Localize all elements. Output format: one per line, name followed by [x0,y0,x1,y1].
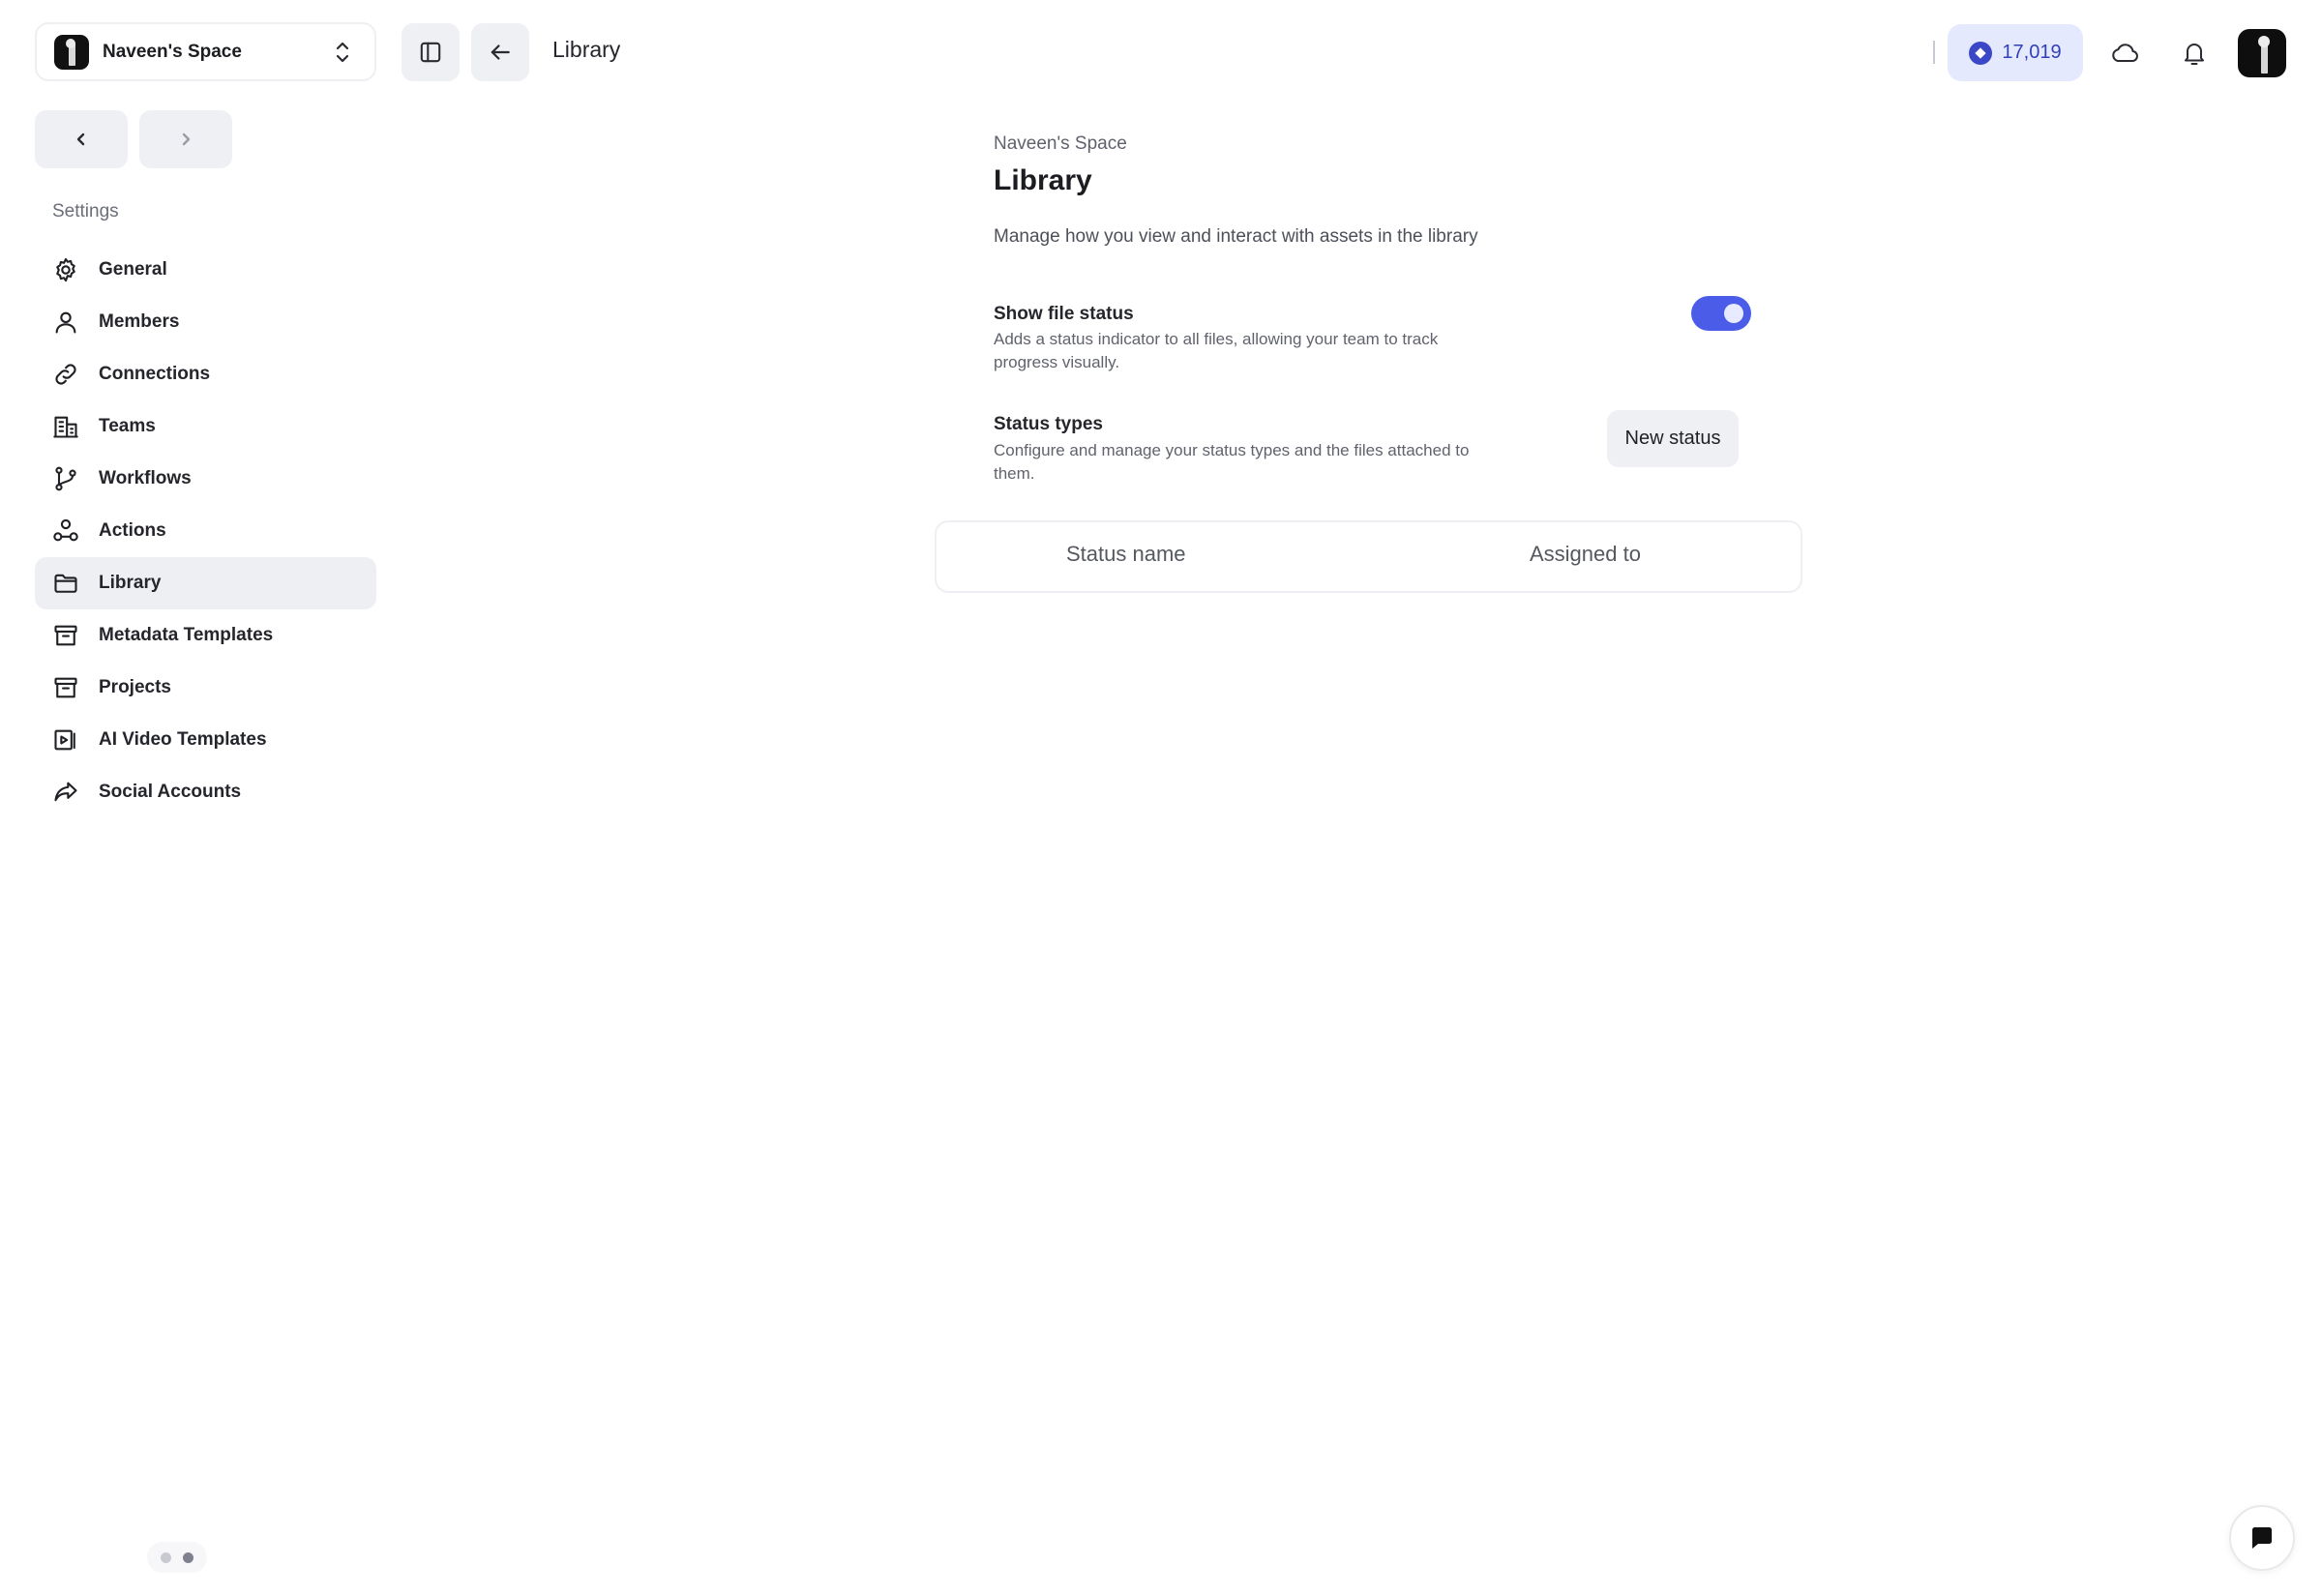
settings-heading: Settings [52,201,119,222]
link-icon [55,364,76,385]
sidebar-item-social-accounts[interactable]: Social Accounts [35,766,376,818]
sidebar-item-label: Actions [99,520,166,541]
back-button[interactable] [471,23,529,81]
chevron-left-icon [76,133,85,146]
bell-icon [2185,44,2204,65]
sidebar-item-metadata-templates[interactable]: Metadata Templates [35,609,376,662]
sidebar-item-ai-video-templates[interactable]: AI Video Templates [35,714,376,766]
user-icon [55,311,76,334]
show-file-status-toggle[interactable] [1691,296,1751,331]
sidebar-item-label: Teams [99,416,156,436]
sidebar-item-teams[interactable]: Teams [35,400,376,453]
history-forward-button[interactable] [139,110,232,168]
sidebar-item-label: Workflows [99,468,192,488]
arrow-left-icon [491,44,510,60]
notifications-button[interactable] [2170,29,2218,77]
column-header-assigned-to: Assigned to [1530,542,1641,566]
sidebar-panel-icon [420,42,441,63]
status-types-table: Status name Assigned to [935,520,1802,593]
sidebar-item-label: General [99,259,167,280]
pagination-dot-active[interactable] [183,1552,194,1563]
building-icon [53,416,78,438]
history-back-button[interactable] [35,110,128,168]
page-description: Manage how you view and interact with as… [994,226,1478,247]
column-header-status-name: Status name [1066,542,1186,566]
cloud-sync-button[interactable] [2100,29,2149,77]
sidebar-item-label: Connections [99,364,211,384]
sidebar: Naveen's Space Settings General Members [0,0,387,1596]
topbar-title: Library [552,37,621,62]
sidebar-item-general[interactable]: General [35,244,376,296]
folder-icon [54,574,77,593]
settings-page: Naveen's Space Settings General Members [0,0,2322,1596]
sidebar-item-connections[interactable]: Connections [35,348,376,400]
git-branch-icon [55,466,76,491]
gear-icon [56,257,75,282]
settings-menu: General Members Connections Teams Workfl… [35,244,376,818]
workspace-eyebrow: Naveen's Space [994,133,1127,154]
user-avatar[interactable] [2238,29,2286,77]
topbar-divider [1933,41,1935,64]
sidebar-item-members[interactable]: Members [35,296,376,348]
pagination-dots[interactable] [147,1542,207,1573]
credits-badge[interactable]: 17,019 [1948,24,2083,81]
page-title: Library [994,164,1092,196]
sidebar-item-library[interactable]: Library [35,557,376,609]
cloud-icon [2112,44,2138,62]
pagination-dot[interactable] [161,1552,171,1563]
sidebar-item-label: Social Accounts [99,782,242,802]
sidebar-item-projects[interactable]: Projects [35,662,376,714]
workspace-name: Naveen's Space [103,41,242,62]
sidebar-item-label: Metadata Templates [99,625,274,645]
history-nav [35,110,232,168]
archive-icon [54,677,77,698]
status-types-title: Status types [994,414,1103,434]
sidebar-item-actions[interactable]: Actions [35,505,376,557]
sidebar-item-workflows[interactable]: Workflows [35,453,376,505]
chat-support-button[interactable] [2229,1505,2295,1571]
sidebar-item-label: Members [99,311,180,332]
sidebar-item-label: Projects [99,677,171,697]
workspace-switcher[interactable]: Naveen's Space [35,22,376,81]
chevron-right-icon [182,133,191,146]
video-template-icon [54,729,75,751]
sidebar-item-label: Library [99,573,162,593]
workspace-avatar [54,34,89,70]
share-icon [54,782,77,802]
credits-coin-icon [1969,41,1993,65]
credits-value: 17,019 [2002,42,2062,63]
new-status-button[interactable]: New status [1607,410,1739,467]
sidebar-item-label: AI Video Templates [99,729,267,750]
show-file-status-title: Show file status [994,304,1134,324]
nodes-icon [53,518,78,542]
toggle-sidebar-button[interactable] [402,23,460,81]
archive-icon [54,625,77,646]
chevron-up-down-icon [336,42,349,62]
status-types-description: Configure and manage your status types a… [994,441,1470,483]
chat-icon [2252,1527,2272,1549]
show-file-status-description: Adds a status indicator to all files, al… [994,330,1439,371]
